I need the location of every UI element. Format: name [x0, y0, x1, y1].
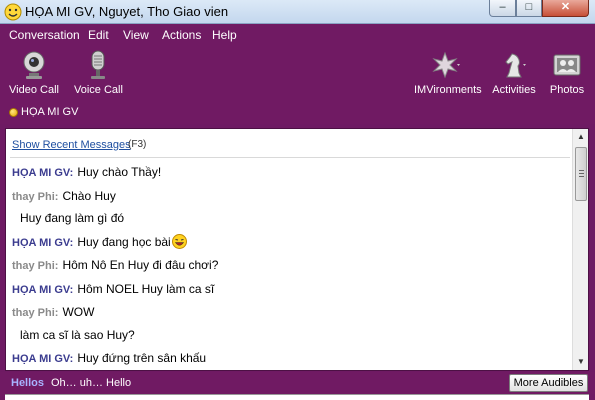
show-recent-messages-link[interactable]: Show Recent Messages — [12, 139, 131, 151]
message-text: Chào Huy — [62, 189, 116, 203]
message-input-area[interactable] — [5, 394, 589, 400]
scrollbar-thumb[interactable] — [575, 147, 587, 201]
close-button[interactable]: ✕ — [542, 0, 589, 17]
menu-conversation[interactable]: Conversation — [9, 28, 80, 42]
video-call-button[interactable]: Video Call — [8, 46, 60, 100]
photos-icon — [553, 54, 581, 76]
vertical-scrollbar[interactable]: ▲ ▼ — [572, 129, 588, 370]
audibles-bar: Hellos Oh… uh… Hello More Audibles — [0, 372, 595, 394]
grip-line — [579, 173, 584, 174]
grip-line — [579, 176, 584, 177]
contact-status-line: HỌA MI GV — [0, 100, 595, 124]
imvironments-icon — [432, 51, 460, 79]
menu-help[interactable]: Help — [212, 28, 237, 42]
menu-edit[interactable]: Edit — [88, 28, 109, 42]
menu-actions[interactable]: Actions — [162, 28, 201, 42]
message-row: HỌA MI GV: Huy đang học bài — [12, 234, 187, 249]
message-text: Huy đang học bài — [77, 235, 171, 249]
message-row: HỌA MI GV: Hôm NOEL Huy làm ca sĩ — [12, 282, 214, 296]
contact-name[interactable]: HỌA MI GV — [21, 106, 78, 118]
message-row: HỌA MI GV: Huy đứng trên sân khấu — [12, 351, 206, 365]
shortcut-hint: (F3) — [128, 139, 147, 150]
message-sender: HỌA MI GV: — [12, 167, 74, 179]
laughing-emoticon-icon — [171, 234, 187, 249]
imvironments-button[interactable]: IMVironments — [414, 46, 482, 100]
messenger-smiley-icon — [4, 3, 22, 21]
video-call-label: Video Call — [9, 84, 59, 96]
webcam-icon — [23, 51, 45, 79]
title-bar: HỌA MI GV, Nguyet, Tho Giao vien – □ ✕ — [0, 0, 595, 24]
voice-call-label: Voice Call — [74, 84, 123, 96]
chess-knight-icon — [505, 53, 526, 78]
message-row: thay Phi: WOW — [12, 305, 94, 319]
message-text: Huy chào Thầy! — [77, 165, 162, 179]
menu-bar: Conversation Edit View Actions Help — [0, 24, 595, 46]
message-text: làm ca sĩ là sao Huy? — [20, 328, 135, 342]
activities-label: Activities — [492, 84, 536, 96]
message-sender: thay Phi: — [12, 307, 59, 319]
window-title: HỌA MI GV, Nguyet, Tho Giao vien — [25, 4, 229, 19]
message-sender: thay Phi: — [12, 191, 59, 203]
imvironments-label: IMVironments — [414, 84, 482, 96]
message-text: WOW — [62, 305, 95, 319]
message-sender: HỌA MI GV: — [12, 237, 74, 249]
online-status-icon — [9, 108, 18, 117]
message-row: thay Phi: Chào Huy — [12, 189, 116, 203]
photos-label: Photos — [549, 84, 585, 96]
scroll-down-arrow-icon[interactable]: ▼ — [573, 354, 589, 370]
message-text: Hôm NOEL Huy làm ca sĩ — [77, 282, 215, 296]
message-text: Hôm Nô En Huy đi đâu chơi? — [62, 258, 219, 272]
photos-button[interactable]: Photos — [547, 46, 587, 100]
scroll-up-arrow-icon[interactable]: ▲ — [573, 129, 589, 145]
message-text: Huy đang làm gì đó — [20, 211, 125, 225]
grip-line — [579, 170, 584, 171]
message-text: Huy đứng trên sân khấu — [77, 351, 207, 365]
audible-category[interactable]: Hellos — [11, 377, 44, 389]
more-audibles-button[interactable]: More Audibles — [509, 374, 588, 392]
message-row: HỌA MI GV: Huy chào Thầy! — [12, 165, 161, 179]
maximize-button[interactable]: □ — [516, 0, 542, 17]
minimize-button[interactable]: – — [489, 0, 516, 17]
microphone-icon — [91, 50, 105, 79]
activities-button[interactable]: Activities — [492, 46, 536, 100]
menu-view[interactable]: View — [123, 28, 149, 42]
toolbar: Video Call Voice Call IMVironments Activ… — [0, 46, 595, 100]
message-sender: thay Phi: — [12, 260, 59, 272]
message-row: thay Phi: Hôm Nô En Huy đi đâu chơi? — [12, 258, 218, 272]
conversation-history[interactable]: Show Recent Messages (F3) HỌA MI GV: Huy … — [5, 128, 589, 371]
message-sender: HỌA MI GV: — [12, 353, 74, 365]
message-row: làm ca sĩ là sao Huy? — [20, 328, 135, 342]
message-row: Huy đang làm gì đó — [20, 211, 124, 225]
divider — [10, 157, 570, 158]
audible-text[interactable]: Oh… uh… Hello — [51, 377, 131, 389]
voice-call-button[interactable]: Voice Call — [74, 46, 123, 100]
message-sender: HỌA MI GV: — [12, 284, 74, 296]
